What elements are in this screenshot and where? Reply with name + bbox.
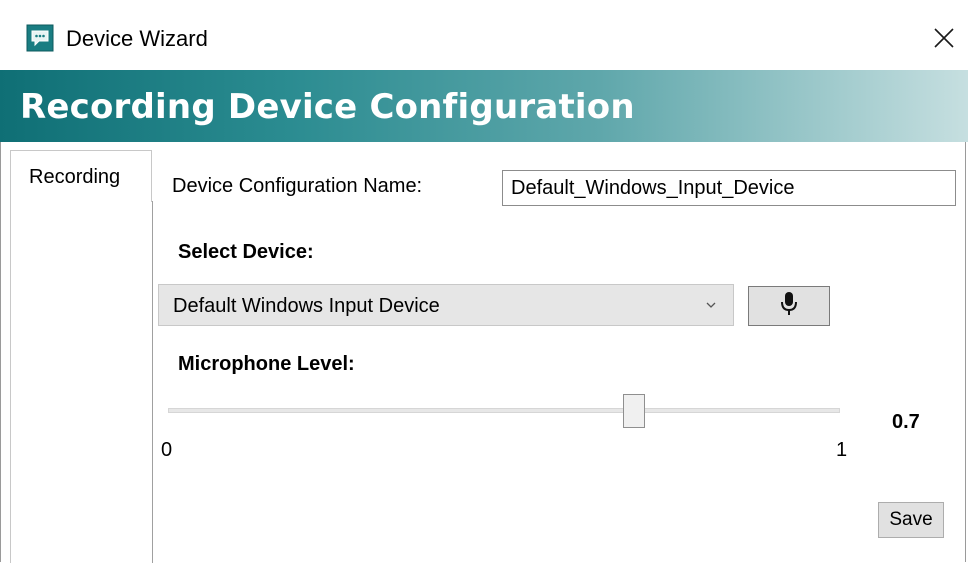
window-title: Device Wizard xyxy=(66,26,208,51)
close-button[interactable] xyxy=(924,20,964,60)
save-button[interactable]: Save xyxy=(878,502,944,538)
header-banner: Recording Device Configuration xyxy=(0,70,968,142)
microphone-icon xyxy=(779,291,799,322)
device-select[interactable]: Default Windows Input Device xyxy=(158,284,734,326)
slider-thumb[interactable] xyxy=(623,394,645,428)
device-select-value: Default Windows Input Device xyxy=(173,295,440,317)
mic-level-value: 0.7 xyxy=(892,411,920,433)
chat-bubble-icon xyxy=(26,24,54,52)
mic-level-slider[interactable] xyxy=(168,394,840,434)
tab-recording[interactable]: Recording xyxy=(10,150,152,202)
config-name-label: Device Configuration Name: xyxy=(172,175,423,197)
title-bar: Device Wizard xyxy=(0,0,968,70)
close-icon xyxy=(933,27,955,54)
tab-panel-border-left xyxy=(10,201,11,563)
chevron-down-icon xyxy=(703,297,719,313)
tab-panel-border-right xyxy=(152,201,153,563)
mic-level-label: Microphone Level: xyxy=(178,353,355,375)
slider-track xyxy=(168,408,840,413)
select-device-label: Select Device: xyxy=(178,241,314,263)
slider-min-label: 0 xyxy=(161,439,173,461)
microphone-test-button[interactable] xyxy=(748,286,830,326)
tab-label: Recording xyxy=(29,166,121,188)
slider-max-label: 1 xyxy=(836,439,848,461)
config-name-input[interactable] xyxy=(502,170,956,206)
page-title: Recording Device Configuration xyxy=(20,87,635,127)
